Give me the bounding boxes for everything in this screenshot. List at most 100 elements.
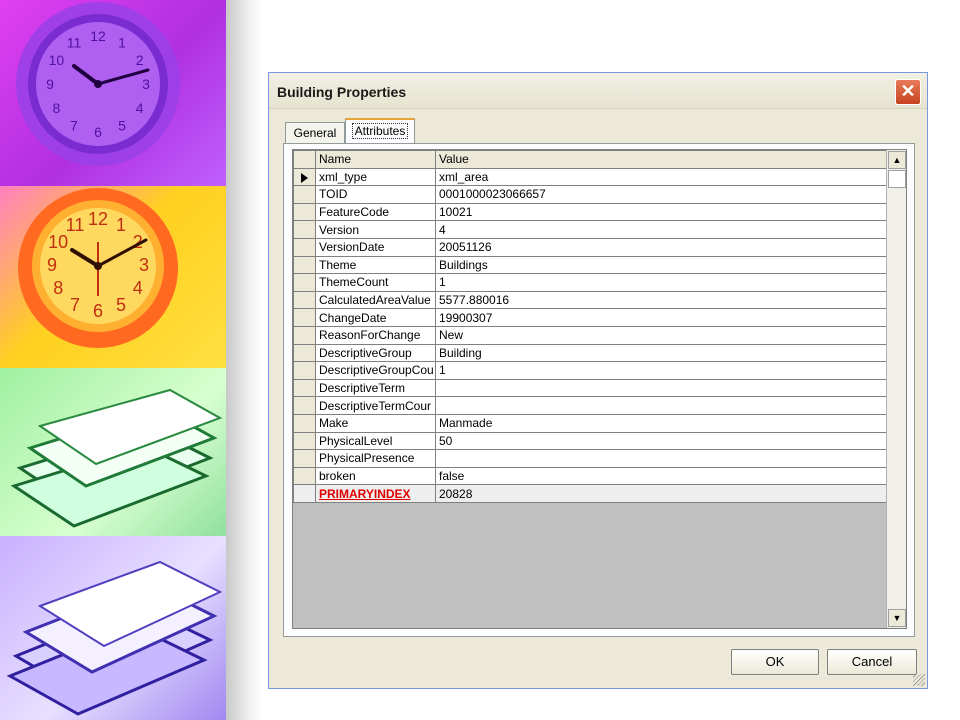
row-selector[interactable]: [293, 167, 316, 187]
attribute-value-cell[interactable]: New: [435, 325, 887, 345]
title-bar[interactable]: Building Properties ✕: [269, 73, 927, 109]
table-row[interactable]: PhysicalPresence: [293, 449, 887, 468]
attribute-value-cell[interactable]: 1: [435, 361, 887, 380]
row-selector[interactable]: [293, 484, 316, 503]
attribute-value-cell[interactable]: Buildings: [435, 255, 887, 275]
table-row[interactable]: broken false: [293, 466, 887, 486]
vertical-scrollbar[interactable]: ▲ ▼: [886, 150, 906, 628]
attribute-value-cell[interactable]: Manmade: [435, 413, 887, 433]
table-row[interactable]: CalculatedAreaValue 5577.880016: [293, 290, 887, 310]
attribute-name-cell[interactable]: ThemeCount: [315, 273, 436, 292]
attribute-name-cell[interactable]: CalculatedAreaValue: [315, 290, 436, 310]
attribute-name-cell[interactable]: xml_type: [315, 167, 436, 187]
row-selector[interactable]: [293, 413, 316, 433]
scroll-up-button[interactable]: ▲: [888, 151, 906, 169]
row-selector[interactable]: [293, 449, 316, 468]
table-row[interactable]: ChangeDate 19900307: [293, 308, 887, 327]
attribute-value-cell[interactable]: Building: [435, 343, 887, 363]
row-selector[interactable]: [293, 361, 316, 380]
table-row[interactable]: VersionDate 20051126: [293, 237, 887, 257]
attribute-value-cell[interactable]: 19900307: [435, 308, 887, 327]
table-row[interactable]: DescriptiveTermCour: [293, 396, 887, 415]
resize-grip-icon[interactable]: [913, 674, 925, 686]
table-row[interactable]: ReasonForChange New: [293, 325, 887, 345]
attribute-name-cell[interactable]: DescriptiveTermCour: [315, 396, 436, 415]
row-selector[interactable]: [293, 308, 316, 327]
attribute-name-cell[interactable]: DescriptiveTerm: [315, 378, 436, 398]
attribute-name-cell[interactable]: DescriptiveGroupCou: [315, 361, 436, 380]
attribute-value-cell[interactable]: [435, 396, 887, 415]
table-row[interactable]: xml_type xml_area: [293, 167, 887, 187]
attribute-name-cell[interactable]: DescriptiveGroup: [315, 343, 436, 363]
row-selector[interactable]: [293, 273, 316, 292]
attribute-name-cell[interactable]: PhysicalLevel: [315, 431, 436, 451]
table-row[interactable]: Make Manmade: [293, 413, 887, 433]
attribute-value-cell[interactable]: 1: [435, 273, 887, 292]
table-row[interactable]: ThemeCount 1: [293, 273, 887, 292]
clock-numeral: 3: [142, 76, 150, 92]
attribute-value-cell[interactable]: false: [435, 466, 887, 486]
row-selector[interactable]: [293, 378, 316, 398]
row-selector[interactable]: [293, 202, 316, 222]
attribute-name-cell[interactable]: ReasonForChange: [315, 325, 436, 345]
row-selector[interactable]: [293, 431, 316, 451]
attribute-name: xml_type: [319, 169, 368, 184]
table-row[interactable]: FeatureCode 10021: [293, 202, 887, 222]
attribute-name-cell[interactable]: Make: [315, 413, 436, 433]
attribute-name-cell[interactable]: broken: [315, 466, 436, 486]
clock-numeral: 5: [118, 118, 126, 134]
row-selector[interactable]: [293, 220, 316, 239]
table-row[interactable]: DescriptiveGroup Building: [293, 343, 887, 363]
attribute-value-cell[interactable]: 5577.880016: [435, 290, 887, 310]
attribute-value-cell[interactable]: xml_area: [435, 167, 887, 187]
attribute-name: DescriptiveTerm: [319, 381, 406, 396]
attribute-value-cell[interactable]: 50: [435, 431, 887, 451]
table-row[interactable]: Theme Buildings: [293, 255, 887, 275]
attribute-value-cell[interactable]: 20051126: [435, 237, 887, 257]
cancel-button[interactable]: Cancel: [827, 649, 917, 675]
tab-general[interactable]: General: [285, 122, 345, 144]
attribute-name-cell[interactable]: PRIMARYINDEX: [315, 484, 436, 503]
row-selector[interactable]: [293, 255, 316, 275]
attribute-name-cell[interactable]: PhysicalPresence: [315, 449, 436, 468]
column-header-name[interactable]: Name: [315, 150, 436, 169]
attribute-value-cell[interactable]: 20828: [435, 484, 887, 503]
attribute-name-cell[interactable]: Theme: [315, 255, 436, 275]
row-selector[interactable]: [293, 237, 316, 257]
attribute-name-cell[interactable]: TOID: [315, 185, 436, 204]
clock-numeral: 12: [88, 209, 108, 229]
purple-clock-image: 12 1 2 3 4 5 6 7 8 9 10 11: [0, 0, 226, 186]
clock-numeral: 5: [116, 295, 126, 315]
row-selector[interactable]: [293, 466, 316, 486]
table-row[interactable]: DescriptiveGroupCou 1: [293, 361, 887, 380]
table-row[interactable]: DescriptiveTerm: [293, 378, 887, 398]
attribute-value-cell[interactable]: 0001000023066657: [435, 185, 887, 204]
row-selector[interactable]: [293, 185, 316, 204]
row-selector[interactable]: [293, 343, 316, 363]
column-header-value[interactable]: Value: [435, 150, 887, 169]
table-row[interactable]: TOID 0001000023066657: [293, 185, 887, 204]
table-row[interactable]: Version 4: [293, 220, 887, 239]
tab-attributes[interactable]: Attributes: [345, 118, 415, 144]
attribute-name-cell[interactable]: ChangeDate: [315, 308, 436, 327]
current-row-pointer-icon: [301, 172, 308, 183]
attribute-name-cell[interactable]: Version: [315, 220, 436, 239]
attribute-value-cell[interactable]: 4: [435, 220, 887, 239]
scroll-thumb[interactable]: [888, 170, 906, 188]
attribute-value-cell[interactable]: [435, 449, 887, 468]
ok-button[interactable]: OK: [731, 649, 819, 675]
scroll-down-button[interactable]: ▼: [888, 609, 906, 627]
row-selector[interactable]: [293, 290, 316, 310]
yellow-clock-image: 12 1 2 3 4 5 6 7 8 9 10 11: [0, 186, 226, 368]
row-selector[interactable]: [293, 396, 316, 415]
clock-numeral: 6: [94, 124, 102, 140]
close-button[interactable]: ✕: [895, 79, 921, 105]
row-selector[interactable]: [293, 325, 316, 345]
attribute-name-cell[interactable]: FeatureCode: [315, 202, 436, 222]
attribute-value-cell[interactable]: [435, 378, 887, 398]
clock-numeral: 8: [53, 278, 63, 298]
attribute-value-cell[interactable]: 10021: [435, 202, 887, 222]
table-row[interactable]: PhysicalLevel 50: [293, 431, 887, 451]
table-row[interactable]: PRIMARYINDEX 20828: [293, 484, 887, 503]
attribute-name-cell[interactable]: VersionDate: [315, 237, 436, 257]
